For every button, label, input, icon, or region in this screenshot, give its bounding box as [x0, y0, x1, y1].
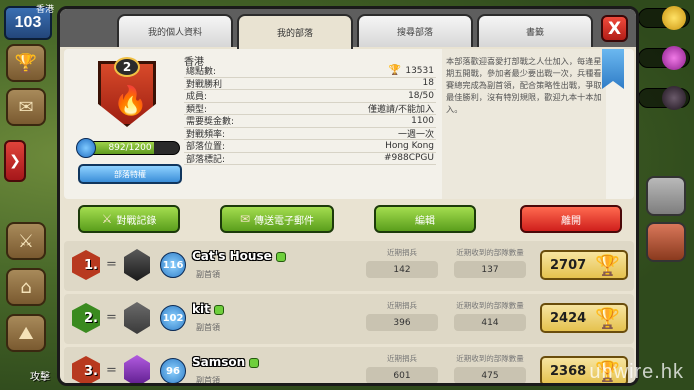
war-log-button[interactable]: ⚔ 對戰記錄 — [78, 205, 180, 233]
received-value: 475 — [454, 367, 526, 383]
clan-dialog: 我的個人資料 我的部落 搜尋部落 書籤 X 2 🔥 892/1200 部落特權 … — [57, 6, 639, 386]
member-role: 副首領 — [196, 270, 220, 279]
xp-star-icon — [76, 138, 96, 158]
member-level: 116 — [160, 252, 186, 278]
donated-block: 近期捐兵 396 — [366, 300, 438, 331]
donated-block: 近期捐兵 601 — [366, 353, 438, 383]
mail-icon: ✉ — [239, 212, 251, 226]
stat-clan-tag: 部落標記: #988CPGU — [184, 153, 436, 165]
member-role: 副首領 — [196, 323, 220, 332]
hero-icon[interactable] — [646, 222, 686, 262]
stat-war-frequency: 對戰頻率: 一週一次 — [184, 128, 436, 140]
swords-icon[interactable]: ⚔ — [6, 222, 46, 260]
stat-war-wins: 對戰勝利 18 — [184, 78, 436, 90]
league-icon — [124, 249, 150, 281]
donated-block: 近期捐兵 142 — [366, 247, 438, 278]
league-icon — [124, 355, 150, 383]
member-name: Cat's House — [192, 249, 286, 263]
online-icon — [275, 251, 286, 262]
online-icon — [249, 357, 260, 368]
member-rank: 3. — [84, 364, 98, 379]
tab-bar: 我的個人資料 我的部落 搜尋部落 書籤 X — [60, 9, 636, 49]
clan-info-panel: 2 🔥 892/1200 部落特權 香港 總點數: 🏆 13531 對戰勝利 18… — [64, 49, 634, 199]
expand-arrow-button[interactable]: ❯ — [4, 140, 26, 182]
stat-location: 部落位置: Hong Kong — [184, 140, 436, 153]
member-name: kit — [192, 302, 224, 316]
mail-icon[interactable]: ✉ — [6, 88, 46, 126]
online-icon — [213, 304, 224, 315]
member-rank: 1. — [84, 258, 98, 273]
bookmark-ribbon-icon[interactable] — [602, 49, 624, 89]
list-item[interactable]: 2. = 102 kit 副首領 近期捐兵 396 近期收到的部隊數量 414 … — [64, 294, 634, 344]
dark-elixir-icon — [662, 86, 686, 110]
tab-my-clan[interactable]: 我的部落 — [237, 14, 353, 49]
stat-type: 類型: 僅邀請/不能加入 — [184, 103, 436, 115]
clan-stats: 總點數: 🏆 13531 對戰勝利 18 成員: 18/50 類型: 僅邀請/不能… — [184, 65, 436, 165]
trophy-icon: 🏆 — [388, 65, 402, 77]
trophy-icon[interactable]: 🏆 — [6, 44, 46, 82]
received-block: 近期收到的部隊數量 414 — [454, 300, 526, 331]
player-region-label: 香港 — [36, 5, 55, 15]
builder-icon[interactable]: ⌂ — [6, 268, 46, 306]
member-name: Samson — [192, 355, 260, 369]
trophy-icon: 🏆 — [595, 306, 620, 330]
league-icon — [124, 302, 150, 334]
trophy-icon: 🏆 — [595, 253, 620, 277]
member-level: 102 — [160, 305, 186, 331]
edit-button[interactable]: 編輯 — [374, 205, 476, 233]
watermark: unwire.hk — [589, 361, 684, 383]
rank-change-icon: = — [106, 257, 117, 272]
clan-perks-button[interactable]: 部落特權 — [78, 164, 182, 184]
attack-label: 攻擊 — [30, 372, 50, 383]
list-item[interactable]: 1. = 116 Cat's House 副首領 近期捐兵 142 近期收到的部… — [64, 241, 634, 291]
settings-icon[interactable] — [646, 176, 686, 216]
received-block: 近期收到的部隊數量 137 — [454, 247, 526, 278]
received-block: 近期收到的部隊數量 475 — [454, 353, 526, 383]
elixir-icon — [662, 46, 686, 70]
tab-my-profile[interactable]: 我的個人資料 — [117, 14, 233, 47]
left-hud: 103 香港 🏆 ✉ ❯ ⚔ ⌂ ⛰ 攻擊 — [0, 0, 60, 390]
member-level: 96 — [160, 358, 186, 383]
stat-required-trophies: 需要獎金數: 1100 — [184, 115, 436, 128]
clan-level-badge: 2 — [114, 57, 140, 77]
right-hud — [634, 0, 694, 390]
member-role: 副首領 — [196, 376, 220, 385]
swords-icon: ⚔ — [101, 212, 113, 226]
gold-icon — [662, 6, 686, 30]
map-icon[interactable]: ⛰ — [6, 314, 46, 352]
member-rank: 2. — [84, 311, 98, 326]
clan-actions: ⚔ 對戰記錄 ✉ 傳送電子郵件 編輯 離開 — [64, 205, 634, 237]
received-value: 137 — [454, 261, 526, 278]
member-trophies: 2707 🏆 — [540, 250, 628, 280]
member-trophies: 2424 🏆 — [540, 303, 628, 333]
list-item[interactable]: 3. = 96 Samson 副首領 近期捐兵 601 近期收到的部隊數量 47… — [64, 347, 634, 385]
rank-change-icon: = — [106, 363, 117, 378]
donated-value: 601 — [366, 367, 438, 383]
tab-search-clans[interactable]: 搜尋部落 — [357, 14, 473, 47]
received-value: 414 — [454, 314, 526, 331]
send-mail-button[interactable]: ✉ 傳送電子郵件 — [220, 205, 334, 233]
clan-description: 本部落歡迎喜愛打部戰之人仕加入，每逢星期五開戰，參加者最少要出戰一次，兵種看賽總… — [442, 49, 606, 199]
donated-value: 396 — [366, 314, 438, 331]
member-list: 1. = 116 Cat's House 副首領 近期捐兵 142 近期收到的部… — [64, 241, 634, 385]
stat-total-points: 總點數: 🏆 13531 — [184, 65, 436, 78]
donated-value: 142 — [366, 261, 438, 278]
close-button[interactable]: X — [601, 15, 628, 42]
leave-button[interactable]: 離開 — [520, 205, 622, 233]
flame-icon: 🔥 — [113, 84, 148, 117]
tab-bookmarks[interactable]: 書籤 — [477, 14, 593, 47]
rank-change-icon: = — [106, 310, 117, 325]
stat-members: 成員: 18/50 — [184, 90, 436, 103]
